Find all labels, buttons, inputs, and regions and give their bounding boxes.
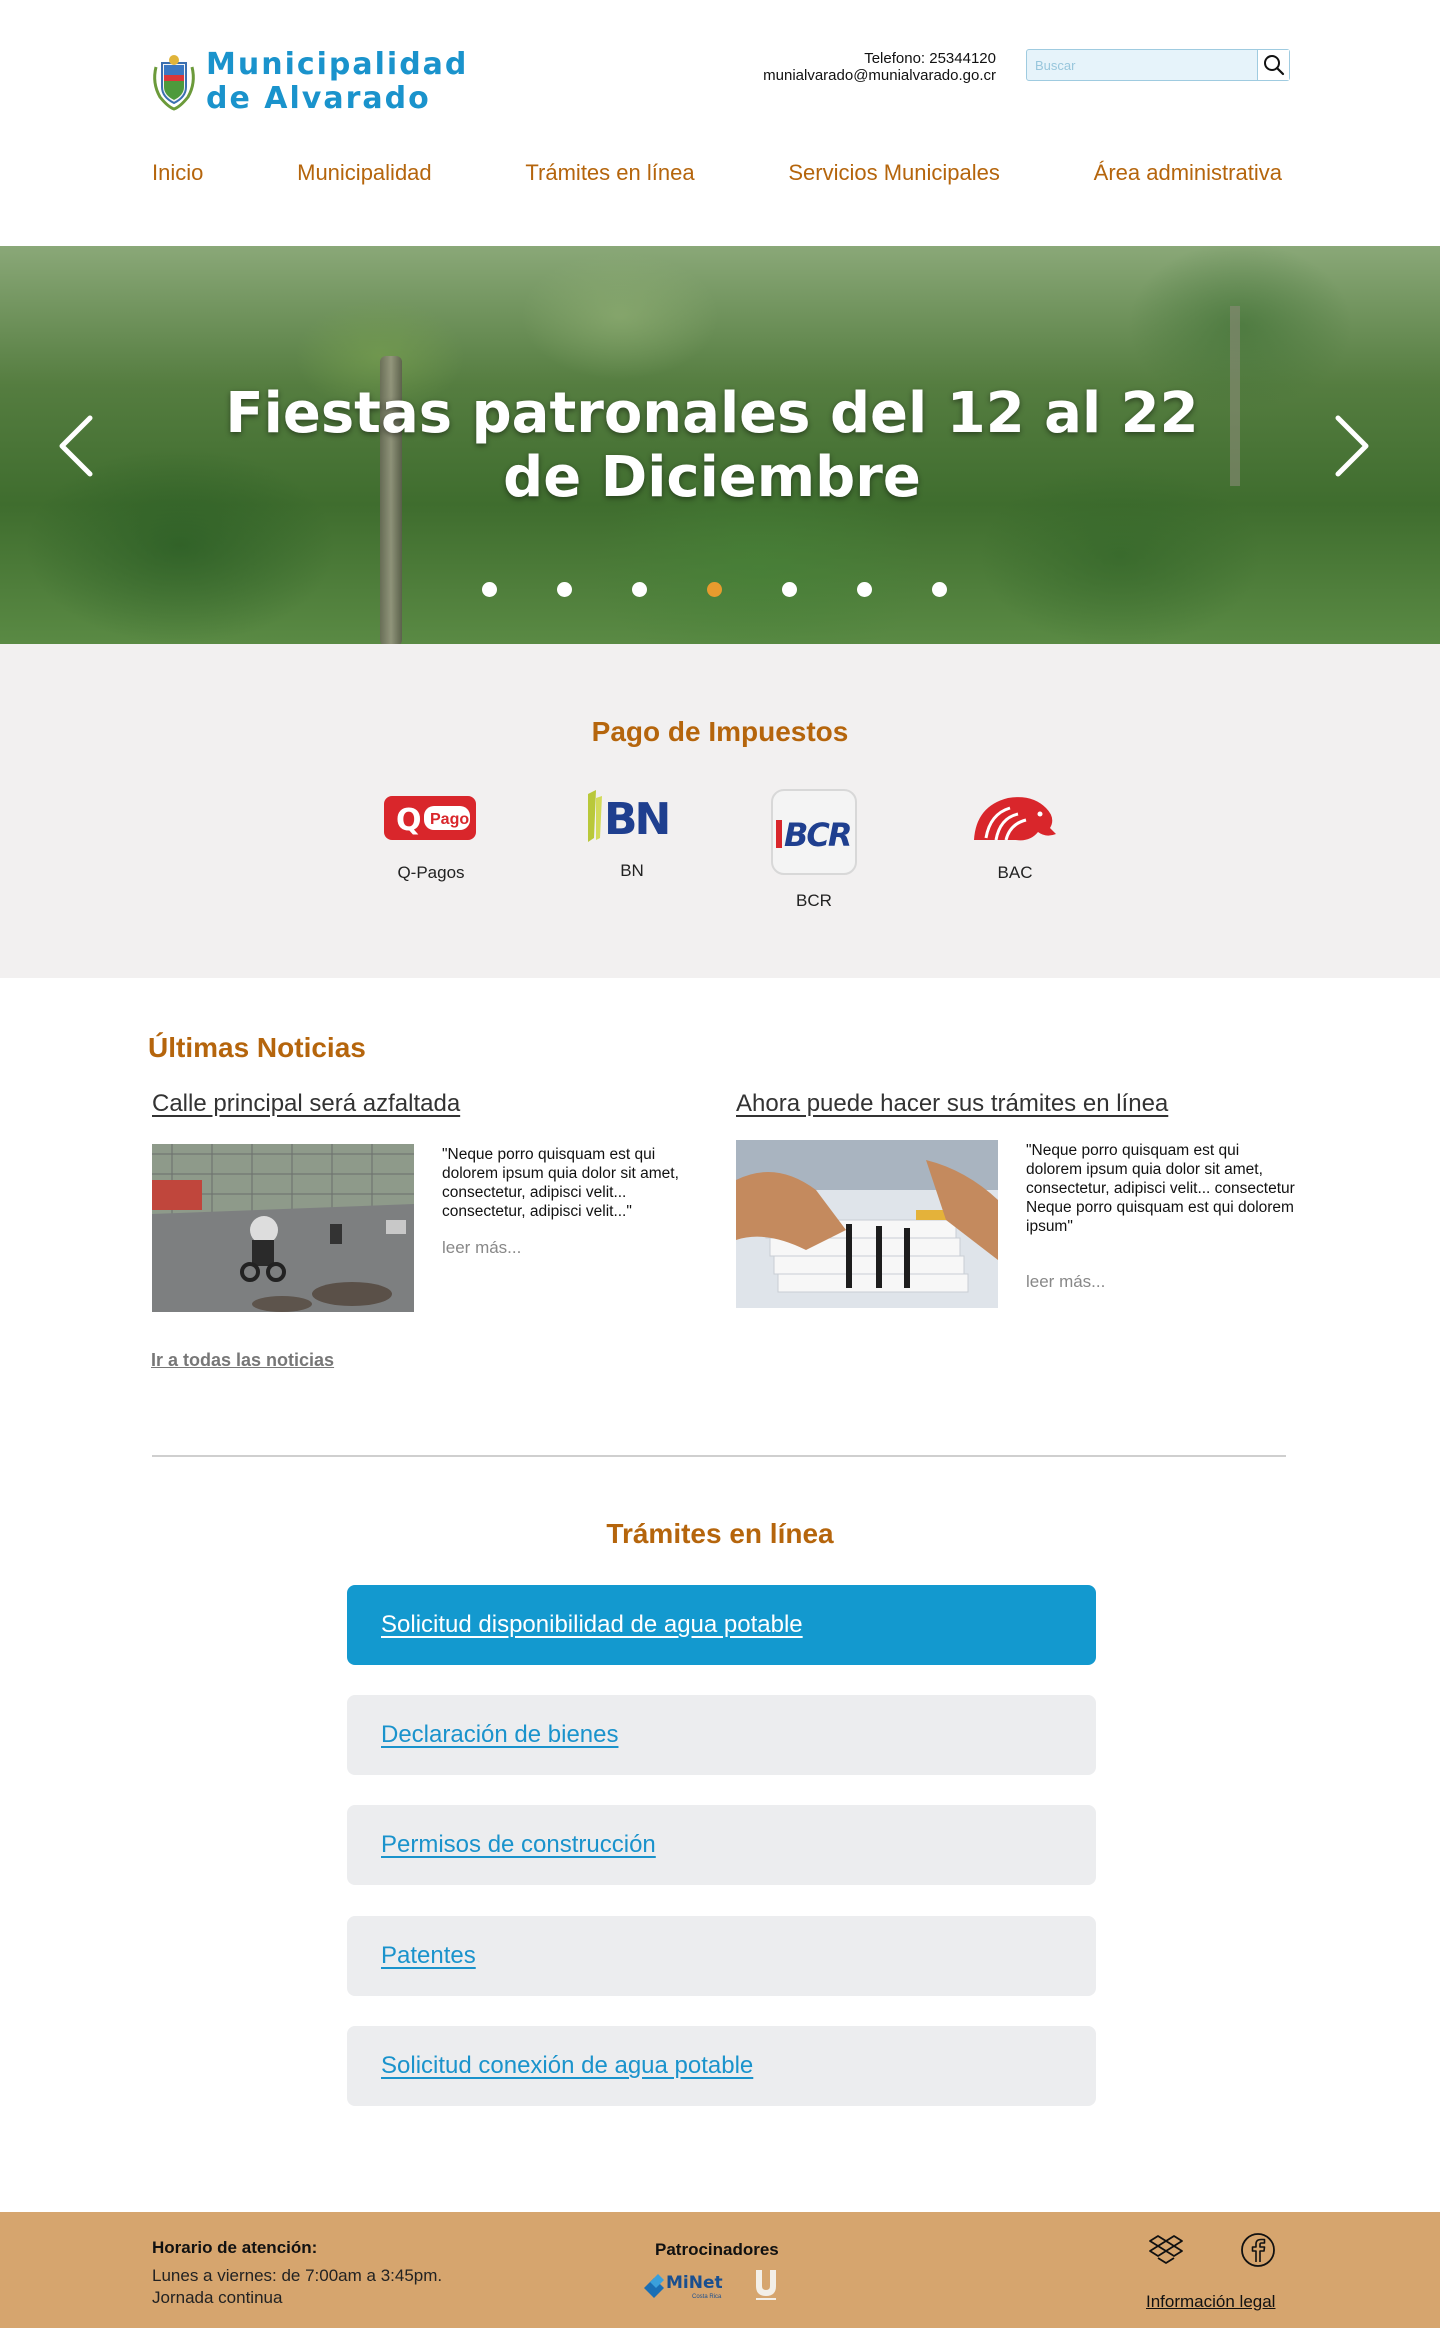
bcr-logo: BCR: [771, 789, 857, 875]
carousel-dot[interactable]: [857, 582, 872, 597]
university-logo[interactable]: [752, 2268, 780, 2302]
tramite-permisos-construccion[interactable]: Permisos de construcción: [347, 1805, 1096, 1885]
payment-label-bcr: BCR: [796, 891, 832, 910]
site-footer: Horario de atención: Lunes a viernes: de…: [0, 2212, 1440, 2328]
nav-inicio[interactable]: Inicio: [152, 160, 203, 186]
site-logo[interactable]: Municipalidad de Alvarado: [150, 48, 468, 116]
tramite-label: Patentes: [381, 1942, 476, 1969]
news-thumbnail-documents[interactable]: [736, 1140, 998, 1308]
carousel-dot[interactable]: [782, 582, 797, 597]
all-news-link[interactable]: Ir a todas las noticias: [151, 1350, 334, 1371]
payment-bn[interactable]: BN BN: [582, 788, 682, 881]
news-headline[interactable]: Calle principal será azfaltada: [152, 1090, 712, 1118]
carousel-dot[interactable]: [632, 582, 647, 597]
sponsor-logos: MiNet Costa Rica: [640, 2268, 780, 2302]
read-more-link[interactable]: leer más...: [1026, 1272, 1105, 1292]
hero-title: Fiestas patronales del 12 al 22 de Dicie…: [225, 381, 1199, 510]
tramite-label: Solicitud disponibilidad de agua potable: [381, 1611, 803, 1638]
carousel-dots: [482, 582, 947, 597]
bac-lion-logo: [974, 797, 1056, 841]
read-more-link[interactable]: leer más...: [442, 1238, 521, 1258]
payments-title: Pago de Impuestos: [591, 716, 849, 747]
search-input[interactable]: [1027, 50, 1257, 80]
carousel-dot[interactable]: [707, 582, 722, 597]
nav-tramites[interactable]: Trámites en línea: [525, 160, 694, 186]
payment-label-bn: BN: [620, 861, 644, 880]
dropbox-icon[interactable]: [1148, 2232, 1184, 2268]
news-item: Calle principal será azfaltada "Neque po…: [152, 1090, 712, 1312]
hours-title: Horario de atención:: [152, 2238, 318, 2257]
coat-of-arms-icon: [153, 55, 195, 111]
logo-line-1: Municipalidad: [206, 47, 469, 82]
social-icons: [1148, 2232, 1276, 2268]
search-box: [1026, 49, 1290, 81]
svg-text:BCR: BCR: [784, 816, 851, 854]
carousel-dot[interactable]: [482, 582, 497, 597]
news-thumbnail-road[interactable]: [152, 1144, 414, 1312]
legal-info-link[interactable]: Información legal: [1146, 2292, 1275, 2312]
news-item: Ahora puede hacer sus trámites en línea …: [736, 1090, 1296, 1308]
svg-text:MiNet: MiNet: [666, 2273, 723, 2293]
phone-number: Telefono: 25344120: [864, 50, 996, 67]
carousel-dot[interactable]: [932, 582, 947, 597]
payment-label-bac: BAC: [997, 863, 1033, 882]
payment-qpagos[interactable]: Q Pago Q-Pagos: [380, 788, 482, 883]
tramite-declaracion-bienes[interactable]: Declaración de bienes: [347, 1695, 1096, 1775]
news-excerpt: "Neque porro quisquam est qui dolorem ip…: [442, 1146, 679, 1220]
tramite-label: Solicitud conexión de agua potable: [381, 2052, 754, 2079]
search-button[interactable]: [1257, 50, 1289, 80]
payments-section: Pago de Impuestos Q Pago Q-Pagos BN BN B…: [0, 644, 1440, 978]
road-photo: [152, 1144, 414, 1312]
tramite-label: Declaración de bienes: [381, 1721, 619, 1748]
hours-line-1: Lunes a viernes: de 7:00am a 3:45pm.: [152, 2266, 443, 2285]
nav-servicios[interactable]: Servicios Municipales: [788, 160, 1000, 186]
minet-logo[interactable]: MiNet Costa Rica: [640, 2268, 734, 2302]
svg-text:Q: Q: [396, 803, 422, 838]
tramites-title: Trámites en línea: [606, 1518, 834, 1549]
payment-bcr[interactable]: BCR BCR: [770, 788, 858, 911]
chevron-right-icon[interactable]: [1332, 414, 1372, 478]
hero-carousel: Fiestas patronales del 12 al 22 de Dicie…: [0, 246, 1440, 644]
svg-text:BN: BN: [604, 794, 668, 845]
tramite-label: Permisos de construcción: [381, 1831, 656, 1858]
news-excerpt: "Neque porro quisquam est qui dolorem ip…: [1026, 1142, 1295, 1235]
hours-line-2: Jornada continua: [152, 2288, 283, 2307]
sponsors-title: Patrocinadores: [655, 2240, 779, 2259]
tramite-agua-disponibilidad[interactable]: Solicitud disponibilidad de agua potable: [347, 1585, 1096, 1665]
qpagos-logo: Q Pago: [384, 796, 476, 840]
nav-municipalidad[interactable]: Municipalidad: [297, 160, 432, 186]
chevron-left-icon[interactable]: [56, 414, 96, 478]
search-icon: [1263, 55, 1284, 76]
bn-logo: BN: [588, 790, 671, 845]
main-nav: Inicio Municipalidad Trámites en línea S…: [152, 160, 1282, 186]
nav-area-administrativa[interactable]: Área administrativa: [1094, 160, 1282, 186]
carousel-dot[interactable]: [557, 582, 572, 597]
email-address[interactable]: munialvarado@munialvarado.go.cr: [763, 67, 996, 84]
payment-bac[interactable]: BAC: [968, 788, 1062, 883]
facebook-icon[interactable]: [1240, 2232, 1276, 2268]
svg-text:Pago: Pago: [430, 811, 469, 828]
tramite-conexion-agua[interactable]: Solicitud conexión de agua potable: [347, 2026, 1096, 2106]
hero-image-tree: [1230, 306, 1240, 486]
news-headline[interactable]: Ahora puede hacer sus trámites en línea: [736, 1090, 1296, 1118]
site-header: Municipalidad de Alvarado Telefono: 2534…: [0, 0, 1440, 246]
documents-photo: [736, 1140, 998, 1308]
payment-label-qpagos: Q-Pagos: [397, 863, 465, 882]
tramite-patentes[interactable]: Patentes: [347, 1916, 1096, 1996]
hours-text: Lunes a viernes: de 7:00am a 3:45pm. Jor…: [152, 2265, 442, 2309]
contact-info: Telefono: 25344120 munialvarado@munialva…: [763, 50, 996, 84]
news-title: Últimas Noticias: [148, 1032, 366, 1063]
section-divider: [152, 1455, 1286, 1457]
logo-line-2: de Alvarado: [206, 81, 431, 116]
svg-text:Costa Rica: Costa Rica: [692, 2294, 722, 2300]
